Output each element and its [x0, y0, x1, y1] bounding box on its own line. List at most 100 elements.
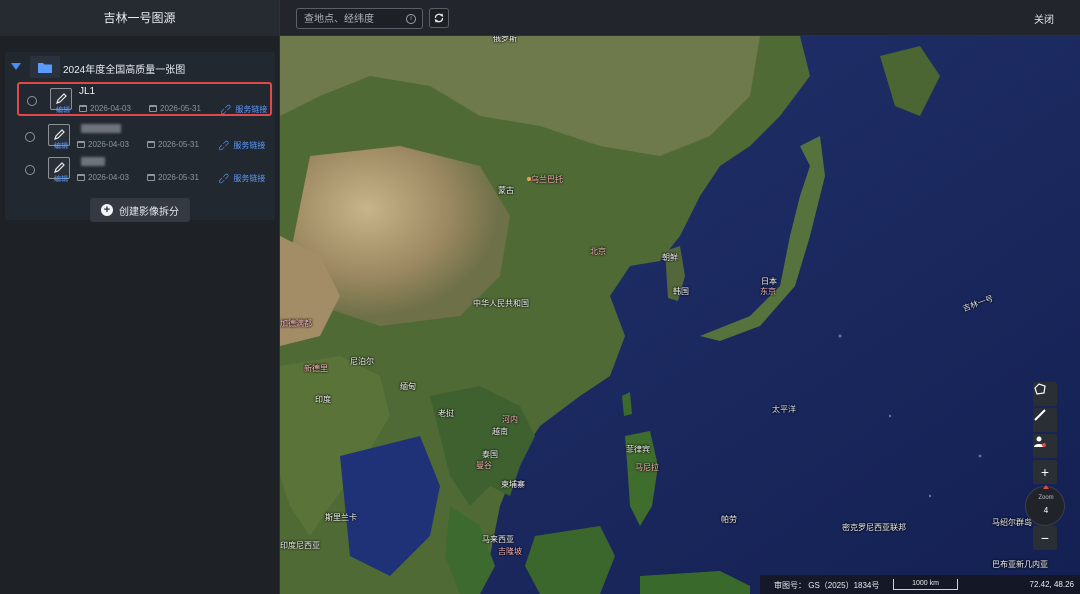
map-status-bar: 审图号： GS（2025）1834号 1000 km 72.42, 48.26: [760, 575, 1080, 594]
map-label-thailand: 泰国: [482, 450, 498, 459]
service-link[interactable]: ⊂⊃ 服务链接: [217, 101, 268, 118]
map-label-pyongyang: 朝鲜: [662, 253, 678, 262]
close-button[interactable]: 关闭: [1034, 11, 1054, 26]
start-date: 2026-04-03: [88, 140, 129, 149]
search-input[interactable]: [304, 11, 400, 27]
user-location-icon: [1034, 436, 1046, 447]
calendar-icon: [147, 174, 155, 181]
row-radio[interactable]: [27, 96, 37, 106]
draw-polygon-button[interactable]: [1033, 382, 1057, 406]
ruler-icon: [1034, 409, 1046, 421]
search-box[interactable]: i: [296, 8, 423, 29]
info-icon[interactable]: i: [406, 14, 416, 24]
map-label-indonesia: 印度尼西亚: [280, 541, 320, 550]
map-label-kualalumpur: 吉隆坡: [498, 547, 522, 556]
map-label-manila: 马尼拉: [635, 463, 659, 472]
map-label-cambodia: 柬埔寨: [501, 480, 525, 489]
refresh-button[interactable]: [429, 8, 449, 28]
caret-down-icon[interactable]: [11, 63, 21, 70]
zoom-level: 4: [1043, 506, 1049, 515]
zoom-label: Zoom: [1038, 495, 1054, 501]
create-split-label: 创建影像拆分: [119, 206, 179, 218]
link-icon: ⊂⊃: [215, 137, 232, 154]
edit-link[interactable]: 编辑: [54, 174, 68, 184]
zoom-indicator: Zoom 4: [1025, 485, 1065, 526]
map-label-myanmar: 缅甸: [400, 382, 416, 391]
map-label-marshall: 马绍尔群岛: [992, 518, 1032, 527]
pencil-icon: [54, 162, 65, 173]
zoom-out-button[interactable]: −: [1033, 526, 1057, 550]
map-label-pngn: 巴布亚新几内亚: [992, 560, 1048, 569]
map-label-russia: 俄罗斯: [493, 36, 517, 43]
edit-link[interactable]: 编辑: [56, 105, 70, 115]
zoom-marker: [1043, 485, 1049, 489]
measure-button[interactable]: [1033, 408, 1057, 432]
map-label-srilanka: 斯里兰卡: [325, 513, 357, 522]
row-name: JL1: [79, 86, 96, 97]
map-label-pacific: 太平洋: [772, 405, 796, 414]
start-date: 2026-04-03: [88, 173, 129, 182]
zoom-in-button[interactable]: +: [1033, 460, 1057, 484]
map-label-kathmandu: 加德满都: [280, 319, 312, 328]
create-split-button[interactable]: + 创建影像拆分: [90, 198, 190, 222]
map-label-hanoi: 河内: [502, 415, 518, 424]
start-date: 2026-04-03: [90, 104, 131, 113]
map-label-palau: 帕劳: [721, 515, 737, 524]
map-label-bangkok: 曼谷: [476, 461, 492, 470]
row-radio[interactable]: [25, 165, 35, 175]
minus-icon: −: [1040, 530, 1050, 546]
service-link[interactable]: ⊂⊃ 服务链接: [215, 137, 266, 154]
scale-bar: 1000 km: [893, 579, 958, 590]
top-bar: 吉林一号图源 i 关闭: [0, 0, 1080, 36]
image-row[interactable]: 编辑 2026-04-03 2026-05-31 ⊂⊃ 服务链接: [17, 153, 272, 187]
refresh-icon: [434, 13, 444, 23]
edit-link[interactable]: 编辑: [54, 141, 68, 151]
map-label-tokyo: 东京: [760, 287, 776, 296]
plus-icon: +: [1040, 464, 1050, 480]
end-date: 2026-05-31: [158, 140, 199, 149]
map-view[interactable]: 俄罗斯 蒙古 乌兰巴托 北京 中华人民共和国 朝鲜 韩国 日本 东京 尼泊尔 加…: [280, 36, 1080, 594]
map-label-beijing: 北京: [590, 247, 606, 256]
row-name-redacted: [81, 124, 121, 133]
map-label-newdelhi: 新德里: [304, 364, 328, 373]
map-label-mongolia: 蒙古: [498, 186, 514, 195]
end-date: 2026-05-31: [160, 104, 201, 113]
image-row[interactable]: 编辑 2026-04-03 2026-05-31 ⊂⊃ 服务链接: [17, 120, 272, 154]
map-label-vietnam: 越南: [492, 427, 508, 436]
sidebar: 2024年度全国高质量一张图 编辑 JL1 2026-04-03 2026-05…: [0, 36, 280, 594]
map-label-seoul: 韩国: [673, 287, 689, 296]
map-label-ulaanbaatar: 乌兰巴托: [531, 175, 563, 184]
map-label-china: 中华人民共和国: [473, 299, 529, 308]
map-label-philippines: 菲律宾: [626, 445, 650, 454]
pencil-icon: [56, 93, 67, 104]
link-icon: ⊂⊃: [217, 101, 234, 118]
app-window: 吉林一号图源 i 关闭 2024年度全国高质量一张图: [0, 0, 1080, 594]
row-radio[interactable]: [25, 132, 35, 142]
approval-number: 审图号： GS（2025）1834号: [774, 581, 880, 590]
map-label-india: 印度: [315, 395, 331, 404]
plus-circle-icon: +: [101, 204, 113, 216]
calendar-icon: [147, 141, 155, 148]
folder-icon: [30, 56, 60, 78]
map-label-malaysia: 马来西亚: [482, 535, 514, 544]
map-label-nepal: 尼泊尔: [350, 357, 374, 366]
map-label-micronesia: 密克罗尼西亚联邦: [842, 523, 906, 532]
locate-button[interactable]: [1033, 434, 1057, 458]
polygon-icon: [1034, 383, 1046, 395]
image-group: 2024年度全国高质量一张图 编辑 JL1 2026-04-03 2026-05…: [5, 52, 275, 220]
calendar-icon: [149, 105, 157, 112]
calendar-icon: [77, 174, 85, 181]
app-title: 吉林一号图源: [0, 0, 280, 36]
row-name-redacted: [81, 157, 105, 166]
pencil-icon: [54, 129, 65, 140]
image-row[interactable]: 编辑 JL1 2026-04-03 2026-05-31 ⊂⊃ 服务链接: [17, 82, 272, 118]
end-date: 2026-05-31: [158, 173, 199, 182]
group-title: 2024年度全国高质量一张图: [63, 65, 186, 76]
calendar-icon: [79, 105, 87, 112]
city-marker: [527, 177, 531, 181]
satellite-basemap: [280, 36, 1080, 594]
calendar-icon: [77, 141, 85, 148]
group-header[interactable]: 2024年度全国高质量一张图: [5, 52, 275, 82]
cursor-coordinates: 72.42, 48.26: [1029, 580, 1074, 589]
service-link[interactable]: ⊂⊃ 服务链接: [216, 171, 266, 187]
